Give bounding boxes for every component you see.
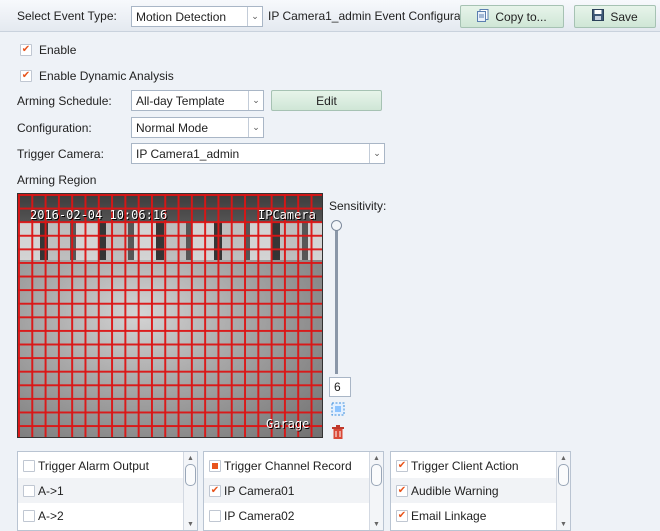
copy-icon [477,8,489,25]
event-type-select[interactable]: Motion Detection ⌄ [131,6,263,27]
save-button[interactable]: Save [574,5,656,28]
client-action-header-row[interactable]: ✔ Trigger Client Action [391,453,570,478]
edit-label: Edit [316,93,337,108]
dynamic-analysis-label: Enable Dynamic Analysis [39,69,174,83]
list-item[interactable]: A->2 [18,503,197,528]
arming-schedule-label: Arming Schedule: [17,94,112,108]
list-item[interactable]: IP Camera02 [204,503,383,528]
arming-schedule-value: All-day Template [136,93,225,108]
list-item-label: A->1 [38,483,64,498]
list-item[interactable]: ✔ Email Linkage [391,503,570,528]
edit-schedule-button[interactable]: Edit [271,90,382,111]
scroll-thumb[interactable] [371,464,382,486]
chevron-down-icon: ⌄ [369,144,384,163]
sensitivity-value: 6 [334,380,341,394]
alarm-output-header-row[interactable]: Trigger Alarm Output [18,453,197,478]
channel-record-header-row[interactable]: Trigger Channel Record [204,453,383,478]
save-label: Save [610,9,638,24]
list-item[interactable]: A->1 [18,478,197,503]
osd-datetime: 2016-02-04 10:06:16 [30,208,168,222]
list-item-label: Audible Warning [411,483,499,498]
channel-record-scrollbar[interactable]: ▲ ▼ [369,452,383,530]
client-action-scrollbar[interactable]: ▲ ▼ [556,452,570,530]
list-item-checkbox[interactable] [209,510,221,522]
arming-region-video[interactable]: 2016-02-04 10:06:16 IPCamera Garage [17,193,323,438]
scroll-down-icon[interactable]: ▼ [557,518,570,530]
configuration-label: Configuration: [17,121,92,135]
config-title: IP Camera1_admin Event Configuration [268,9,480,23]
chevron-down-icon: ⌄ [248,118,263,137]
scroll-down-icon[interactable]: ▼ [184,518,197,530]
configuration-value: Normal Mode [136,120,209,135]
enable-checkbox[interactable]: ✔ [20,44,32,56]
list-item-label: IP Camera02 [224,508,295,523]
client-action-header-label: Trigger Client Action [411,458,519,473]
chevron-down-icon: ⌄ [248,91,263,110]
sensitivity-slider-thumb[interactable] [331,220,342,231]
channel-record-header-label: Trigger Channel Record [224,458,352,473]
client-action-header-checkbox[interactable]: ✔ [396,460,408,472]
alarm-output-scrollbar[interactable]: ▲ ▼ [183,452,197,530]
sensitivity-slider-track[interactable] [335,224,338,374]
sensitivity-value-box: 6 [329,377,351,397]
scroll-thumb[interactable] [558,464,569,486]
list-item-checkbox[interactable]: ✔ [396,510,408,522]
alarm-output-panel: Trigger Alarm Output A->1 A->2 ▲ ▼ [17,451,198,531]
scroll-up-icon[interactable]: ▲ [184,452,197,464]
trash-icon[interactable] [331,424,345,439]
enable-label: Enable [39,43,77,57]
select-all-icon[interactable] [331,402,345,416]
copy-to-label: Copy to... [495,9,547,24]
osd-camera-name: IPCamera [258,208,316,222]
trigger-camera-value: IP Camera1_admin [136,146,240,161]
trigger-camera-label: Trigger Camera: [17,147,104,161]
list-item-label: IP Camera01 [224,483,295,498]
motion-detection-grid[interactable] [18,194,322,437]
event-type-label: Select Event Type: [17,9,117,23]
chevron-down-icon: ⌄ [247,7,262,26]
channel-record-header-checkbox[interactable] [209,460,221,472]
arming-region-label: Arming Region [17,173,97,187]
trigger-camera-select[interactable]: IP Camera1_admin ⌄ [131,143,385,164]
sensitivity-label: Sensitivity: [329,199,387,213]
osd-location: Garage [266,417,310,431]
copy-to-button[interactable]: Copy to... [460,5,564,28]
list-item-label: Email Linkage [411,508,487,523]
alarm-output-header-checkbox[interactable] [23,460,35,472]
scroll-up-icon[interactable]: ▲ [370,452,383,464]
event-type-value: Motion Detection [136,9,227,24]
scroll-thumb[interactable] [185,464,196,486]
list-item[interactable]: ✔ IP Camera01 [204,478,383,503]
client-action-panel: ✔ Trigger Client Action ✔ Audible Warnin… [390,451,571,531]
dynamic-analysis-checkbox[interactable]: ✔ [20,70,32,82]
list-item-label: A->2 [38,508,64,523]
list-item-checkbox[interactable] [23,485,35,497]
floppy-disk-icon [592,9,605,24]
configuration-select[interactable]: Normal Mode ⌄ [131,117,264,138]
list-item-checkbox[interactable]: ✔ [396,485,408,497]
channel-record-panel: Trigger Channel Record ✔ IP Camera01 IP … [203,451,384,531]
arming-schedule-select[interactable]: All-day Template ⌄ [131,90,264,111]
list-item[interactable]: ✔ Audible Warning [391,478,570,503]
scroll-down-icon[interactable]: ▼ [370,518,383,530]
scroll-up-icon[interactable]: ▲ [557,452,570,464]
list-item-checkbox[interactable] [23,510,35,522]
list-item-checkbox[interactable]: ✔ [209,485,221,497]
alarm-output-header-label: Trigger Alarm Output [38,458,149,473]
